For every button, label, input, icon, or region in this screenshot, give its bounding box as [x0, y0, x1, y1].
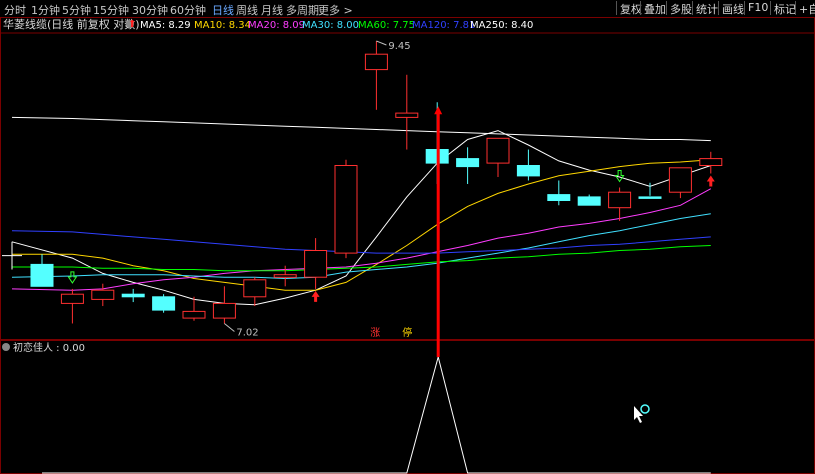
- ma-line-ma5: [11, 130, 711, 306]
- busy-ring-icon: [640, 404, 650, 414]
- indicator-line: [42, 355, 711, 474]
- low-price-label: 7.02: [236, 327, 258, 338]
- candle-body[interactable]: [516, 165, 540, 177]
- candle-body[interactable]: [121, 293, 145, 298]
- toolbar-button-5[interactable]: F10: [748, 1, 768, 15]
- candle-body[interactable]: [334, 165, 358, 254]
- signal-arrow-icon: [434, 106, 443, 115]
- candle-body[interactable]: [486, 137, 510, 164]
- period-tab-4[interactable]: 30分钟: [132, 2, 168, 18]
- candle-body[interactable]: [91, 289, 115, 300]
- toolbar-button-1[interactable]: 叠加: [644, 1, 666, 16]
- ma-line-ma120: [11, 230, 711, 254]
- candle-body[interactable]: [243, 279, 267, 298]
- high-price-label: 9.45: [388, 41, 410, 52]
- candle-body[interactable]: [30, 263, 54, 287]
- ma-label-ma10: MA10: 8.34: [194, 20, 251, 31]
- toolbar-separator: [666, 1, 667, 15]
- toolbar-separator: [770, 1, 771, 15]
- period-tab-6[interactable]: 日线: [212, 2, 234, 18]
- period-tab-9[interactable]: 多周期: [286, 2, 319, 18]
- sell-arrow-icon: [614, 169, 625, 183]
- chart-frame: [0, 17, 815, 340]
- toolbar-button-0[interactable]: 复权: [620, 1, 642, 16]
- period-tab-3[interactable]: 15分钟: [93, 2, 129, 18]
- period-tab-1[interactable]: 1分钟: [31, 2, 60, 18]
- toolbar-button-6[interactable]: 标记: [774, 1, 796, 16]
- ma-label-ma5: MA5: 8.29: [140, 20, 191, 31]
- stock-title: 华菱线缆(日线 前复权 对数): [3, 17, 140, 31]
- candle-body[interactable]: [456, 158, 480, 168]
- toolbar-button-7[interactable]: +自: [799, 1, 815, 16]
- period-toolbar: 分时 1分钟 5分钟 15分钟 30分钟 60分钟 日线 周线 月线 多周期 更多 > 复权 叠加 多股统…: [0, 0, 815, 17]
- candle-body[interactable]: [182, 310, 206, 319]
- candle-body[interactable]: [212, 302, 236, 319]
- ma-label-ma120: MA120: 7.81: [412, 20, 475, 31]
- indicator-settings-icon[interactable]: [2, 343, 10, 351]
- sell-arrow-icon: [67, 271, 78, 284]
- buy-arrow-icon: [311, 290, 320, 302]
- ma-line-ma250: [11, 116, 711, 142]
- candle-body[interactable]: [608, 191, 632, 209]
- ma-label-ma60: MA60: 7.75: [358, 20, 415, 31]
- candle-body[interactable]: [395, 112, 419, 118]
- period-tab-5[interactable]: 60分钟: [170, 2, 206, 18]
- period-tab-8[interactable]: 月线: [261, 2, 283, 18]
- period-tab-2[interactable]: 5分钟: [62, 2, 91, 18]
- period-tab-7[interactable]: 周线: [236, 2, 258, 18]
- low-pointer: [224, 323, 235, 332]
- toolbar-button-4[interactable]: 画线: [722, 1, 744, 16]
- ma-label-ma250: MA250: 8.40: [470, 20, 533, 31]
- candle-body[interactable]: [60, 293, 84, 304]
- toolbar-button-3[interactable]: 统计: [696, 1, 718, 16]
- ma-label-ma30: MA30: 8.00: [302, 20, 359, 31]
- period-tab-10[interactable]: 更多 >: [318, 2, 353, 18]
- period-tab-0[interactable]: 分时: [4, 2, 26, 18]
- candle-body[interactable]: [638, 196, 662, 199]
- toolbar-button-2[interactable]: 多股: [670, 1, 692, 16]
- ma-label-ma20: MA20: 8.09: [248, 20, 305, 31]
- candle-body[interactable]: [152, 296, 176, 311]
- candle-body[interactable]: [273, 274, 297, 278]
- buy-arrow-icon: [706, 175, 715, 187]
- toolbar-separator: [616, 1, 617, 15]
- header-up-arrow-icon: ⬆: [128, 19, 136, 30]
- candle-body[interactable]: [547, 194, 571, 202]
- indicator-chart[interactable]: 初恋佳人 : 0.00: [0, 340, 815, 474]
- candle-body[interactable]: [304, 250, 328, 278]
- signal-text-2: 停: [402, 326, 412, 339]
- candle-body[interactable]: [699, 158, 723, 167]
- signal-text-1: 涨: [370, 327, 380, 339]
- toolbar-separator: [640, 1, 641, 15]
- ma-line-ma60: [12, 245, 711, 272]
- toolbar-separator: [744, 1, 745, 15]
- candlestick-chart[interactable]: 华菱线缆(日线 前复权 对数)⬆ MA5: 8.29 MA10: 8.34MA20:…: [0, 17, 815, 340]
- candle-body[interactable]: [668, 167, 692, 193]
- indicator-frame: [0, 340, 815, 474]
- candle-body[interactable]: [577, 196, 601, 206]
- toolbar-separator: [692, 1, 693, 15]
- indicator-label: 初恋佳人 : 0.00: [13, 341, 85, 354]
- toolbar-separator: [795, 1, 796, 15]
- candle-body[interactable]: [364, 53, 388, 71]
- high-pointer: [376, 40, 387, 46]
- toolbar-separator: [718, 1, 719, 15]
